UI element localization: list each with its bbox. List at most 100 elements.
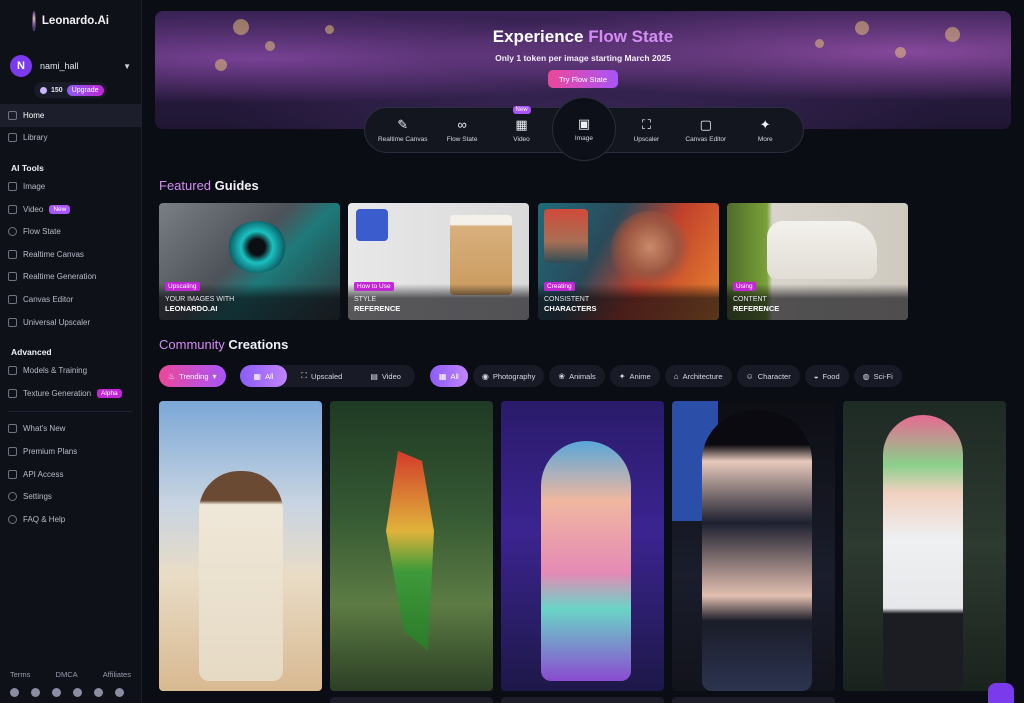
- sidebar-item-library[interactable]: Library: [0, 127, 141, 150]
- upscale-icon: ⛶: [301, 371, 308, 380]
- affiliates-link[interactable]: Affiliates: [103, 670, 131, 679]
- category-animals[interactable]: ❀ Animals: [549, 365, 605, 387]
- gallery-card[interactable]: [501, 401, 664, 691]
- tool-label: Flow State: [446, 135, 478, 143]
- planet-icon: ◍: [862, 371, 870, 381]
- sidebar-item-premium-plans[interactable]: Premium Plans: [0, 440, 141, 463]
- sidebar-item-settings[interactable]: Settings: [0, 485, 141, 508]
- crown-icon: [8, 446, 17, 456]
- gallery-card[interactable]: [330, 401, 493, 691]
- tool-more[interactable]: ✦ More: [736, 117, 794, 143]
- filter-label: Video: [381, 371, 401, 381]
- building-icon: ⌂: [673, 371, 679, 381]
- guide-card-style-reference[interactable]: How to Use STYLE REFERENCE: [348, 203, 529, 320]
- guide-tag: How to Use: [354, 282, 394, 291]
- apple-icon[interactable]: [94, 688, 103, 697]
- texture-icon: [8, 388, 17, 398]
- facebook-icon[interactable]: [73, 688, 82, 697]
- tool-flow-state[interactable]: ∞ Flow State: [433, 116, 491, 143]
- sidebar-item-universal-upscaler[interactable]: Universal Upscaler: [0, 311, 141, 334]
- bolt-icon: [8, 272, 17, 282]
- token-balance: 150 Upgrade: [34, 82, 107, 98]
- chat-help-button[interactable]: [988, 683, 1014, 703]
- infinity-icon: [8, 227, 17, 237]
- gallery-card[interactable]: [159, 401, 322, 691]
- guide-card-upscaling[interactable]: Upscaling YOUR IMAGES WITH LEONARDO.AI: [159, 203, 340, 320]
- community-creations-title: Community Creations: [159, 337, 288, 352]
- category-character[interactable]: ☺ Character: [736, 365, 800, 387]
- tool-label: Image: [574, 134, 593, 142]
- sidebar-item-texture-generation[interactable]: Texture Generation Alpha: [0, 382, 141, 405]
- flame-icon: ♨: [168, 371, 176, 381]
- sidebar-item-video[interactable]: Video New: [0, 198, 141, 221]
- canvas-icon: [8, 294, 17, 304]
- tool-upscaler[interactable]: ⛶ Upscaler: [617, 116, 675, 143]
- upscaler-icon: ⛶: [641, 116, 651, 132]
- tool-canvas-editor[interactable]: ▢ Canvas Editor: [677, 117, 735, 143]
- tool-realtime-canvas[interactable]: ✎ Realtime Canvas: [374, 117, 432, 143]
- try-flow-state-button[interactable]: Try Flow State: [548, 70, 618, 88]
- grid-icon: ▦: [438, 371, 447, 381]
- sort-dropdown[interactable]: ♨ Trending ▾: [159, 365, 226, 387]
- category-label: All: [450, 371, 459, 381]
- reddit-icon[interactable]: [31, 688, 40, 697]
- category-photography[interactable]: ◉ Photography: [472, 365, 545, 387]
- playstore-icon[interactable]: [115, 688, 124, 697]
- brand[interactable]: Leonardo.Ai: [0, 0, 141, 42]
- image-icon: ▣: [577, 115, 591, 131]
- sidebar-item-label: Video: [23, 204, 44, 214]
- sidebar-item-whats-new[interactable]: What's New: [0, 418, 141, 441]
- library-icon: [8, 133, 17, 143]
- sidebar-item-faq-help[interactable]: FAQ & Help: [0, 508, 141, 531]
- terms-link[interactable]: Terms: [10, 670, 30, 679]
- sidebar-item-label: API Access: [23, 469, 64, 479]
- category-anime[interactable]: ✦ Anime: [609, 365, 660, 387]
- sidebar-item-home[interactable]: Home: [0, 104, 141, 127]
- filter-label: All: [265, 371, 274, 381]
- caret-down-icon[interactable]: ▼: [123, 62, 131, 71]
- guide-card-content-reference[interactable]: Using CONTENT REFERENCE: [727, 203, 908, 320]
- new-badge: New: [512, 105, 531, 114]
- models-icon: [8, 366, 17, 376]
- title-text: Creations: [224, 337, 289, 352]
- dmca-link[interactable]: DMCA: [56, 670, 78, 679]
- tool-video[interactable]: New ▦ Video: [493, 105, 551, 143]
- sidebar-item-api-access[interactable]: API Access: [0, 463, 141, 486]
- discord-icon[interactable]: [10, 688, 19, 697]
- api-icon: [8, 469, 17, 479]
- sidebar-item-models-training[interactable]: Models & Training: [0, 359, 141, 382]
- category-label: Animals: [569, 371, 596, 381]
- x-icon[interactable]: [52, 688, 61, 697]
- filter-media-upscaled[interactable]: ⛶ Upscaled: [287, 365, 356, 387]
- sidebar-item-realtime-generation[interactable]: Realtime Generation: [0, 266, 141, 289]
- gallery-card[interactable]: [672, 401, 835, 691]
- sidebar-item-flow-state[interactable]: Flow State: [0, 220, 141, 243]
- gear-icon: [8, 492, 17, 502]
- category-sci-fi[interactable]: ◍ Sci-Fi: [853, 365, 902, 387]
- upgrade-button[interactable]: Upgrade: [66, 84, 104, 96]
- image-icon: [8, 181, 17, 191]
- paw-icon: ❀: [558, 371, 566, 381]
- section-title-advanced: Advanced: [11, 347, 52, 358]
- woman-illustration: [541, 441, 631, 681]
- tool-image[interactable]: ▣ Image: [551, 97, 616, 161]
- sidebar-item-label: Library: [23, 133, 48, 143]
- title-accent: Community: [159, 337, 225, 352]
- sidebar-item-image[interactable]: Image: [0, 175, 141, 198]
- brush-icon: [8, 249, 17, 259]
- category-food[interactable]: ◒ Food: [804, 365, 849, 387]
- parrot-illustration: [386, 451, 434, 651]
- category-all[interactable]: ▦ All: [429, 365, 468, 387]
- guide-line1: YOUR IMAGES WITH: [165, 296, 235, 303]
- guide-card-consistent-characters[interactable]: Creating CONSISTENT CHARACTERS: [538, 203, 719, 320]
- category-architecture[interactable]: ⌂ Architecture: [664, 365, 732, 387]
- sidebar-item-realtime-canvas[interactable]: Realtime Canvas: [0, 243, 141, 266]
- sidebar-item-canvas-editor[interactable]: Canvas Editor: [0, 288, 141, 311]
- filter-media-all[interactable]: ▦ All: [239, 365, 288, 387]
- user-menu[interactable]: N nami_hall ▼: [0, 42, 141, 82]
- gallery-card[interactable]: [843, 401, 1006, 691]
- infinity-icon: ∞: [457, 116, 467, 132]
- sidebar-item-label: FAQ & Help: [23, 514, 66, 524]
- filter-media-video[interactable]: ▤ Video: [356, 365, 415, 387]
- guide-tag: Creating: [544, 282, 575, 291]
